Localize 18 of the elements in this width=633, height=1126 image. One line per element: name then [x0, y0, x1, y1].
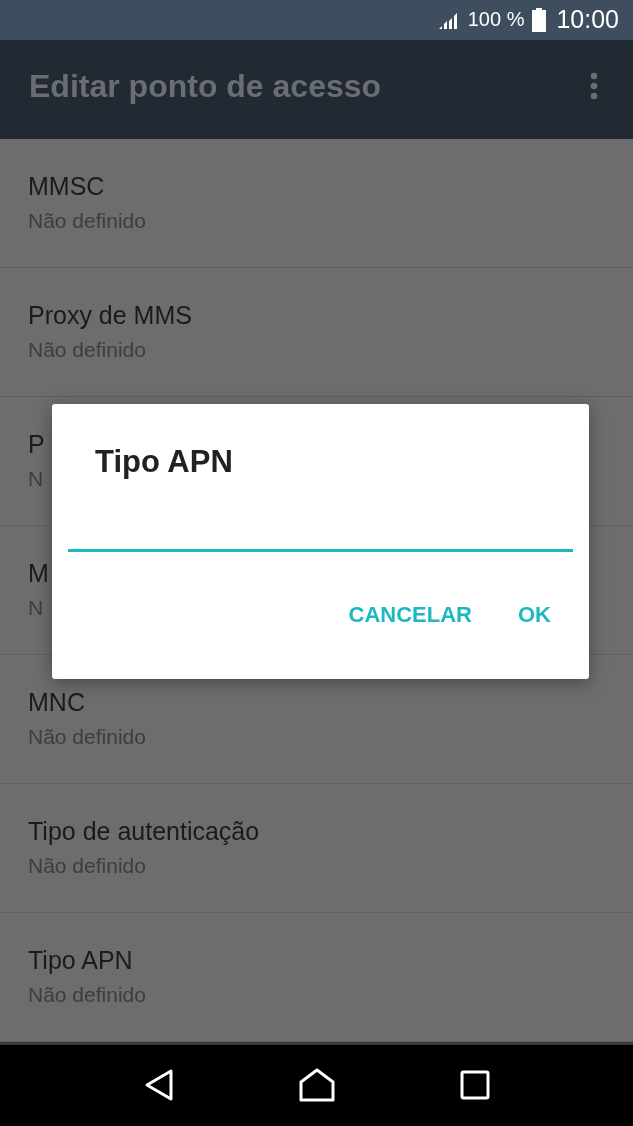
dialog-button[interactable]: OK [502, 592, 567, 638]
dialog-title: Tipo APN [95, 444, 233, 480]
screen-title: Editar ponto de acesso [29, 67, 382, 105]
home-icon[interactable] [298, 1068, 335, 1103]
setting-title[interactable]: MNC [28, 688, 85, 718]
setting-title[interactable]: M [28, 559, 49, 589]
setting-title[interactable]: MMSC [28, 172, 105, 202]
setting-title[interactable]: Tipo de autenticação [28, 817, 260, 847]
dialog-button[interactable]: CANCELAR [332, 592, 488, 638]
setting-title[interactable]: Proxy de MMS [28, 301, 192, 331]
setting-title[interactable]: Tipo APN [28, 946, 133, 976]
battery-icon [532, 7, 547, 32]
recents-icon[interactable] [459, 1070, 490, 1101]
clock: 10:00 [556, 5, 619, 35]
more-options-icon[interactable] [590, 72, 598, 101]
back-icon[interactable] [143, 1068, 174, 1103]
battery-percentage: 100 % [467, 8, 525, 32]
setting-title[interactable]: P [28, 430, 45, 460]
